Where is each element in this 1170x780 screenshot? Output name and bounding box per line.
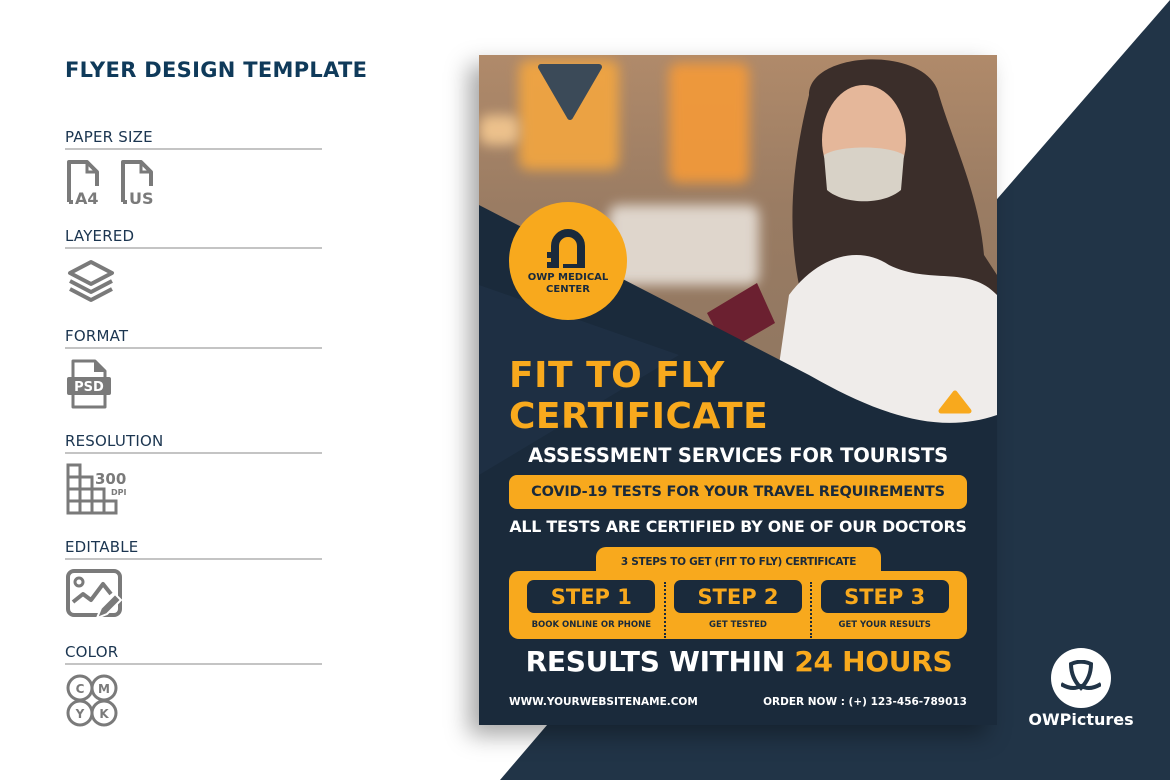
svg-text:M: M	[98, 682, 110, 696]
spec-label: RESOLUTION	[65, 432, 322, 454]
results-highlight: 24 HOURS	[794, 645, 953, 678]
owpictures-brand: OWPictures	[1020, 648, 1142, 729]
spec-format: FORMAT PSD	[65, 327, 322, 411]
svg-text:DPI: DPI	[111, 488, 127, 497]
subheading: ASSESSMENT SERVICES FOR TOURISTS	[528, 444, 948, 467]
triangle-down-icon	[538, 64, 602, 120]
us-file-icon: US	[121, 160, 154, 206]
svg-text:Y: Y	[75, 707, 85, 721]
step-3: STEP 3 GET YOUR RESULTS	[812, 580, 957, 630]
step-2: STEP 2 GET TESTED	[666, 580, 811, 630]
arch-logo-icon	[547, 229, 585, 268]
svg-text:300: 300	[95, 470, 126, 488]
spec-label: EDITABLE	[65, 538, 322, 560]
layers-icon	[68, 260, 114, 302]
step-badge: STEP 1	[527, 580, 656, 613]
svg-text:C: C	[76, 682, 85, 696]
triangle-up-icon	[938, 390, 972, 414]
step-description: GET TESTED	[709, 620, 767, 630]
svg-text:A4: A4	[75, 189, 99, 206]
headline: FIT TO FLY CERTIFICATE	[509, 355, 768, 437]
medical-center-logo: OWP MEDICAL CENTER	[509, 202, 627, 320]
step-1: STEP 1 BOOK ONLINE OR PHONE	[519, 580, 664, 630]
spec-title: FLYER DESIGN TEMPLATE	[65, 58, 368, 82]
results-prefix: RESULTS WITHIN	[525, 645, 795, 678]
svg-text:US: US	[129, 189, 154, 206]
editable-image-icon	[66, 569, 123, 620]
results-line: RESULTS WITHIN 24 HOURS	[509, 645, 969, 678]
psd-file-icon: PSD	[67, 359, 111, 409]
certified-line: ALL TESTS ARE CERTIFIED BY ONE OF OUR DO…	[509, 517, 967, 536]
step-description: GET YOUR RESULTS	[838, 620, 931, 630]
logo-line-1: OWP MEDICAL	[527, 272, 609, 283]
owpictures-logo-icon	[1051, 648, 1111, 708]
spec-color: COLOR C M Y K	[65, 643, 322, 729]
headline-line-2: CERTIFICATE	[509, 396, 769, 437]
flyer-preview: OWP MEDICAL CENTER FIT TO FLY CERTIFICAT…	[479, 55, 997, 725]
covid-tests-pill: COVID-19 TESTS FOR YOUR TRAVEL REQUIREME…	[509, 475, 967, 509]
headline-line-1: FIT TO FLY	[509, 355, 725, 396]
order-phone: ORDER NOW : (+) 123-456-789013	[763, 696, 967, 708]
svg-text:PSD: PSD	[74, 380, 104, 395]
spec-label: LAYERED	[65, 227, 322, 249]
cmyk-icon: C M Y K	[66, 674, 118, 727]
spec-editable: EDITABLE	[65, 538, 322, 622]
spec-label: COLOR	[65, 643, 322, 665]
spec-paper-size: PAPER SIZE A4 US	[65, 128, 322, 206]
logo-line-2: CENTER	[546, 284, 590, 295]
step-description: BOOK ONLINE OR PHONE	[531, 620, 652, 630]
spec-label: FORMAT	[65, 327, 322, 349]
spec-label: PAPER SIZE	[65, 128, 322, 150]
steps-box: STEP 1 BOOK ONLINE OR PHONE STEP 2 GET T…	[509, 571, 967, 639]
spec-layered: LAYERED	[65, 227, 322, 305]
svg-text:K: K	[99, 707, 109, 721]
spec-resolution: RESOLUTION 300 DPI	[65, 432, 322, 516]
a4-file-icon: A4	[67, 160, 99, 206]
step-badge: STEP 3	[820, 580, 949, 613]
website-url: WWW.YOURWEBSITENAME.COM	[509, 696, 698, 708]
step-badge: STEP 2	[674, 580, 802, 613]
brand-name: OWPictures	[1028, 710, 1134, 729]
resolution-300dpi-icon: 300 DPI	[66, 463, 127, 515]
